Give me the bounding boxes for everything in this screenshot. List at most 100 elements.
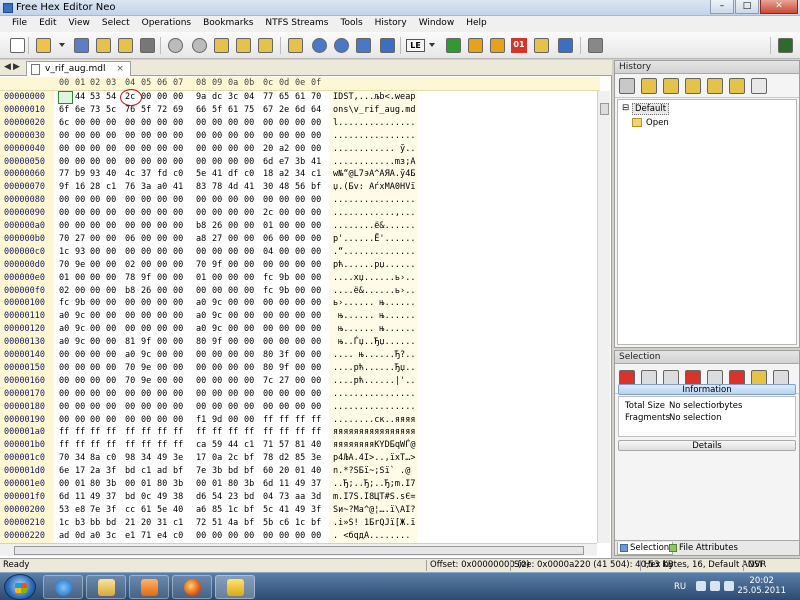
hex-byte[interactable]: 00 xyxy=(263,531,273,541)
hex-byte[interactable]: 00 xyxy=(295,195,305,205)
hex-byte[interactable]: ff xyxy=(59,440,69,450)
hex-byte[interactable]: 3f xyxy=(106,466,116,476)
hex-byte[interactable]: fd xyxy=(157,169,167,179)
hex-byte[interactable]: 00 xyxy=(106,311,116,321)
hex-byte[interactable]: 00 xyxy=(244,324,254,334)
hex-byte[interactable]: 9c xyxy=(75,337,85,347)
hex-byte[interactable]: 00 xyxy=(228,376,238,386)
hex-byte[interactable]: a0 xyxy=(196,311,206,321)
ascii-text[interactable]: .... њ......Ђ?.. xyxy=(333,350,416,360)
hex-byte[interactable]: 0a xyxy=(212,453,222,463)
hex-byte[interactable]: 00 xyxy=(279,247,289,257)
hex-byte[interactable]: 00 xyxy=(263,118,273,128)
hex-byte[interactable]: 75 xyxy=(244,105,254,115)
hex-byte[interactable]: 3b xyxy=(173,479,183,489)
hex-byte[interactable]: 00 xyxy=(228,311,238,321)
ascii-text[interactable]: њ...... њ...... xyxy=(333,311,416,321)
history-tool-3-icon[interactable] xyxy=(663,78,679,94)
hex-byte[interactable]: 00 xyxy=(196,363,206,373)
hex-row[interactable]: 00000160 00 00 00 00 70 9e 00 00 00 00 00 00 7c 27 00 00… xyxy=(0,375,600,388)
hex-byte[interactable]: 5c xyxy=(106,105,116,115)
menu-select[interactable]: Select xyxy=(96,16,136,32)
hex-byte[interactable]: 37 xyxy=(106,492,116,502)
hex-byte[interactable]: 9f xyxy=(59,182,69,192)
hex-byte[interactable]: 9b xyxy=(279,286,289,296)
hex-byte[interactable]: 00 xyxy=(279,402,289,412)
hex-byte[interactable]: 00 xyxy=(141,247,151,257)
hex-byte[interactable]: 80 xyxy=(157,479,167,489)
hex-byte[interactable]: 30 xyxy=(263,182,273,192)
hex-byte[interactable]: 9d xyxy=(212,415,222,425)
hex-byte[interactable]: 00 xyxy=(75,273,85,283)
hex-byte[interactable]: 9c xyxy=(75,324,85,334)
hex-byte[interactable]: 00 xyxy=(173,131,183,141)
hex-byte[interactable]: 00 xyxy=(295,337,305,347)
hex-byte[interactable]: 00 xyxy=(173,92,183,102)
hex-byte[interactable]: 73 xyxy=(279,492,289,502)
hex-byte[interactable]: bd xyxy=(106,518,116,528)
hex-byte[interactable]: 00 xyxy=(173,260,183,270)
hex-row[interactable]: 00000090 00 00 00 00 00 00 00 00 00 00 00 00 2c 00 00 00… xyxy=(0,207,600,220)
hex-byte[interactable]: ff xyxy=(173,427,183,437)
hex-byte[interactable]: 9c xyxy=(75,311,85,321)
hex-byte[interactable]: 00 xyxy=(106,389,116,399)
hex-byte[interactable]: 00 xyxy=(279,260,289,270)
horizontal-scroll-thumb[interactable] xyxy=(14,546,584,555)
hex-byte[interactable]: 00 xyxy=(106,131,116,141)
hex-byte[interactable]: 00 xyxy=(157,247,167,257)
hex-byte[interactable]: 00 xyxy=(311,350,321,360)
hex-row[interactable]: 00000180 00 00 00 00 00 00 00 00 00 00 00 00 00 00 00 00… xyxy=(0,401,600,414)
ascii-text[interactable]: w№“@L7эА^AЯА.ў4Б xyxy=(333,169,416,179)
hex-byte[interactable]: 00 xyxy=(244,195,254,205)
hex-byte[interactable]: bf xyxy=(244,518,254,528)
hex-byte[interactable]: 40 xyxy=(173,505,183,515)
hex-byte[interactable]: 00 xyxy=(295,402,305,412)
hex-byte[interactable]: bf xyxy=(311,518,321,528)
hex-byte[interactable]: 00 xyxy=(212,208,222,218)
hex-byte[interactable]: 00 xyxy=(106,247,116,257)
hex-byte[interactable]: 00 xyxy=(311,376,321,386)
hex-byte[interactable]: 1c xyxy=(59,247,69,257)
hex-byte[interactable]: ff xyxy=(157,427,167,437)
hex-byte[interactable]: 69 xyxy=(173,105,183,115)
hex-byte[interactable]: 00 xyxy=(106,234,116,244)
bits-button[interactable]: 01 xyxy=(510,36,529,55)
hex-byte[interactable]: 00 xyxy=(141,234,151,244)
vertical-scrollbar[interactable] xyxy=(597,91,610,543)
hex-byte[interactable]: 06 xyxy=(263,234,273,244)
hex-byte[interactable]: 00 xyxy=(157,221,167,231)
hex-byte[interactable]: d2 xyxy=(279,453,289,463)
hex-byte[interactable]: 00 xyxy=(90,247,100,257)
hex-byte[interactable]: 00 xyxy=(157,118,167,128)
hex-byte[interactable]: bd xyxy=(125,492,135,502)
hex-byte[interactable]: 9b xyxy=(75,298,85,308)
hex-byte[interactable]: 00 xyxy=(196,531,206,541)
hex-byte[interactable]: 00 xyxy=(90,260,100,270)
hex-byte[interactable]: 00 xyxy=(228,234,238,244)
hex-byte[interactable]: ff xyxy=(228,427,238,437)
hex-byte[interactable]: 00 xyxy=(106,157,116,167)
hex-byte[interactable]: 3d xyxy=(311,492,321,502)
redo-button[interactable] xyxy=(190,36,209,55)
hex-byte[interactable]: ff xyxy=(90,440,100,450)
start-button[interactable] xyxy=(4,574,36,600)
hex-byte[interactable]: bd xyxy=(228,466,238,476)
hex-byte[interactable]: 00 xyxy=(125,144,135,154)
hex-byte[interactable]: 00 xyxy=(75,118,85,128)
hex-byte[interactable]: 00 xyxy=(311,337,321,347)
hex-byte[interactable]: 53 xyxy=(59,505,69,515)
hex-byte[interactable]: a0 xyxy=(59,324,69,334)
tab-file-attributes[interactable]: File Attributes xyxy=(667,542,741,555)
hex-byte[interactable]: 00 xyxy=(59,479,69,489)
hex-byte[interactable]: 00 xyxy=(75,286,85,296)
menu-help[interactable]: Help xyxy=(460,16,493,32)
hex-byte[interactable]: 0c xyxy=(141,492,151,502)
hex-byte[interactable]: 00 xyxy=(228,157,238,167)
close-tab-button[interactable]: × xyxy=(116,64,124,74)
hex-byte[interactable]: c0 xyxy=(244,169,254,179)
history-tool-6-icon[interactable] xyxy=(729,78,745,94)
ascii-text[interactable]: .і»Ѕ! 1БrQJї[Ж.ї xyxy=(333,518,416,528)
history-tool-4-icon[interactable] xyxy=(685,78,701,94)
hex-byte[interactable]: 9e xyxy=(141,363,151,373)
hex-byte[interactable]: c1 xyxy=(173,518,183,528)
